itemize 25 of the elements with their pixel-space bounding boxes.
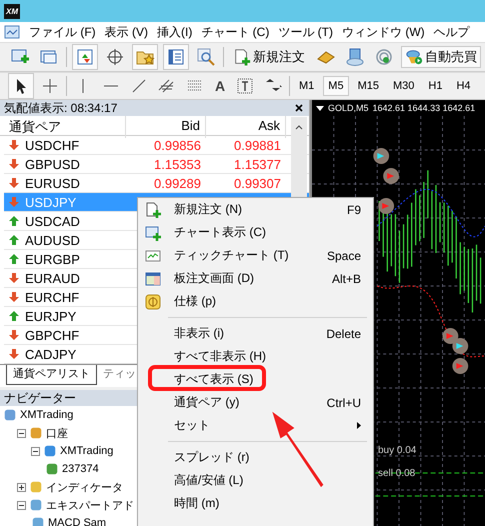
order-label: sell 0.08 (378, 468, 416, 479)
symbol-cell: GBPCHF (25, 328, 80, 342)
ask-cell: 0.99881 (234, 138, 281, 152)
chart-quotes: 1642.61 1644.33 1642.61 (372, 103, 476, 113)
ask-cell: 1.15377 (234, 156, 281, 172)
symbol-cell: CADJPY (25, 346, 76, 362)
symbol-cell: EURGBP (25, 252, 80, 266)
bid-cell: 1.15353 (154, 156, 201, 172)
symbol-cell: USDCHF (25, 138, 80, 152)
symbol-cell: EURAUD (25, 270, 80, 286)
symbol-cell: EURUSD (25, 176, 80, 190)
bid-cell: 0.99289 (154, 176, 201, 190)
symbol-cell: GBPUSD (25, 156, 80, 172)
panel-title: 気配値表示: 08:34:17 (4, 100, 118, 116)
symbol-cell: EURCHF (25, 290, 80, 304)
bid-cell: 0.99856 (154, 138, 201, 152)
symbol-cell: AUDUSD (25, 232, 80, 248)
app-logo: XM (4, 4, 20, 18)
symbol-cell: EURJPY (25, 308, 76, 324)
symbol-cell: USDCAD (25, 214, 80, 228)
chart-title: GOLD,M5 (328, 103, 369, 113)
order-label: buy 0.04 (378, 445, 416, 456)
panel-title: ナビゲーター (4, 390, 76, 406)
symbol-cell: USDJPY (25, 194, 76, 210)
ask-cell: 0.99307 (234, 176, 281, 190)
